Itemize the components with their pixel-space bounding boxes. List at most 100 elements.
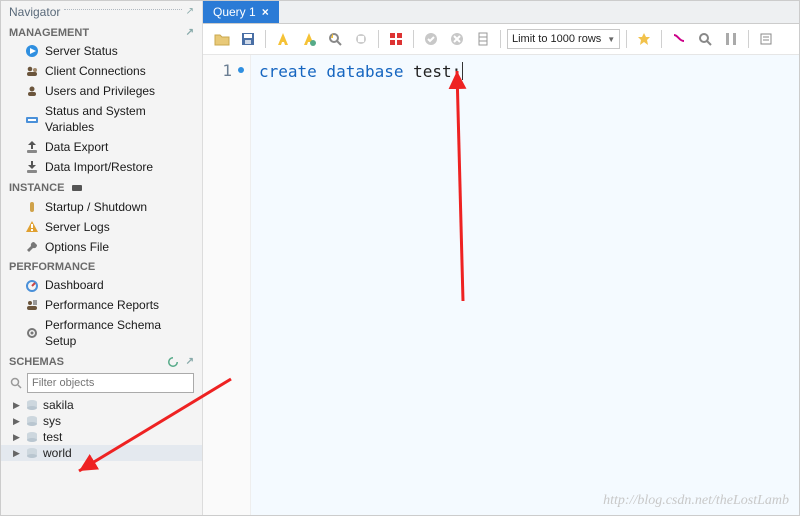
execute-button[interactable] <box>272 28 294 50</box>
save-file-button[interactable] <box>237 28 259 50</box>
schema-label: test <box>43 430 62 444</box>
instance-item-startup-shutdown[interactable]: Startup / Shutdown <box>1 197 202 217</box>
schema-filter-input[interactable] <box>27 373 194 393</box>
variables-icon <box>25 112 39 126</box>
beautify-button[interactable] <box>633 28 655 50</box>
users-icon <box>25 64 39 78</box>
open-file-button[interactable] <box>211 28 233 50</box>
schema-item-sys[interactable]: ▶ sys <box>1 413 202 429</box>
toggle-autocommit-button[interactable] <box>385 28 407 50</box>
chevron-down-icon: ▼ <box>607 35 615 44</box>
item-label: Status and System Variables <box>45 103 194 135</box>
instance-item-server-logs[interactable]: Server Logs <box>1 217 202 237</box>
rollback-button[interactable] <box>446 28 468 50</box>
management-item-server-status[interactable]: Server Status <box>1 41 202 61</box>
sql-editor[interactable]: 1 create database test; <box>203 55 799 515</box>
section-expand-icon[interactable]: ↗ <box>186 28 194 38</box>
panel-expand-icon[interactable]: ↗ <box>186 7 194 17</box>
schema-setup-icon <box>25 326 39 340</box>
schema-label: sys <box>43 414 61 428</box>
item-label: Client Connections <box>45 63 146 79</box>
caret-right-icon: ▶ <box>13 400 21 411</box>
execute-current-button[interactable] <box>298 28 320 50</box>
schema-item-sakila[interactable]: ▶ sakila <box>1 397 202 413</box>
explain-button[interactable] <box>324 28 346 50</box>
schema-label: world <box>43 446 72 460</box>
management-heading: MANAGEMENT ↗ <box>1 23 202 41</box>
sql-identifier: test; <box>413 62 461 81</box>
query-tab[interactable]: Query 1 × <box>203 1 279 23</box>
database-icon <box>25 446 39 460</box>
navigator-panel: Navigator ↗ MANAGEMENT ↗ Server Status C… <box>1 1 203 515</box>
line-number: 1 <box>203 59 244 81</box>
app-root: Navigator ↗ MANAGEMENT ↗ Server Status C… <box>0 0 800 516</box>
text-cursor <box>462 62 463 80</box>
limit-label: Limit to 1000 rows <box>512 33 601 45</box>
database-icon <box>25 398 39 412</box>
management-item-users-privileges[interactable]: Users and Privileges <box>1 81 202 101</box>
line-gutter: 1 <box>203 55 251 515</box>
item-label: Startup / Shutdown <box>45 199 147 215</box>
toolbar-separator <box>626 30 627 48</box>
power-toggle-icon <box>25 200 39 214</box>
tab-label: Query 1 <box>213 5 256 19</box>
toolbar-separator <box>265 30 266 48</box>
editor-panel: Query 1 × Limit to 1000 rows ▼ <box>203 1 799 515</box>
caret-right-icon: ▶ <box>13 416 21 427</box>
export-icon <box>25 140 39 154</box>
caret-right-icon: ▶ <box>13 448 21 459</box>
editor-tabs: Query 1 × <box>203 1 799 24</box>
schema-label: sakila <box>43 398 74 412</box>
database-icon <box>25 414 39 428</box>
schema-item-test[interactable]: ▶ test <box>1 429 202 445</box>
instance-item-options-file[interactable]: Options File <box>1 237 202 257</box>
toggle-wrap-button[interactable] <box>720 28 742 50</box>
management-item-data-import[interactable]: Data Import/Restore <box>1 157 202 177</box>
warning-icon <box>25 220 39 234</box>
code-area[interactable]: create database test; <box>251 55 799 515</box>
item-label: Data Import/Restore <box>45 159 153 175</box>
performance-item-dashboard[interactable]: Dashboard <box>1 275 202 295</box>
toolbar-separator <box>748 30 749 48</box>
code-line: create database test; <box>259 59 799 81</box>
caret-right-icon: ▶ <box>13 432 21 443</box>
item-label: Server Status <box>45 43 118 59</box>
schema-filter-row <box>1 371 202 397</box>
snippets-button[interactable] <box>755 28 777 50</box>
item-label: Options File <box>45 239 109 255</box>
sql-keyword: create database <box>259 62 404 81</box>
schemas-expand-icon[interactable]: ↗ <box>186 357 194 367</box>
schemas-heading: SCHEMAS ↗ <box>1 351 202 371</box>
toggle-invisible-button[interactable] <box>668 28 690 50</box>
import-icon <box>25 160 39 174</box>
toolbar-separator <box>413 30 414 48</box>
item-label: Data Export <box>45 139 108 155</box>
schema-item-world[interactable]: ▶ world <box>1 445 202 461</box>
statement-marker-icon <box>238 67 244 73</box>
item-label: Server Logs <box>45 219 110 235</box>
management-item-status-vars[interactable]: Status and System Variables <box>1 101 202 137</box>
search-icon <box>9 376 23 390</box>
wrench-icon <box>25 240 39 254</box>
performance-heading: PERFORMANCE <box>1 257 202 275</box>
performance-item-reports[interactable]: Performance Reports <box>1 295 202 315</box>
management-item-data-export[interactable]: Data Export <box>1 137 202 157</box>
management-item-client-connections[interactable]: Client Connections <box>1 61 202 81</box>
user-icon <box>25 84 39 98</box>
dashboard-icon <box>25 278 39 292</box>
toolbar-separator <box>661 30 662 48</box>
find-button[interactable] <box>694 28 716 50</box>
toolbar-separator <box>378 30 379 48</box>
play-circle-icon <box>25 44 39 58</box>
instance-heading: INSTANCE <box>1 177 202 197</box>
refresh-icon[interactable] <box>166 355 180 369</box>
row-limit-dropdown[interactable]: Limit to 1000 rows ▼ <box>507 29 620 49</box>
item-label: Performance Schema Setup <box>45 317 194 349</box>
item-label: Performance Reports <box>45 297 159 313</box>
performance-item-schema-setup[interactable]: Performance Schema Setup <box>1 315 202 351</box>
toggle-limit-button[interactable] <box>472 28 494 50</box>
commit-button[interactable] <box>420 28 442 50</box>
tab-close-icon[interactable]: × <box>262 5 269 19</box>
stop-button[interactable] <box>350 28 372 50</box>
item-label: Dashboard <box>45 277 104 293</box>
